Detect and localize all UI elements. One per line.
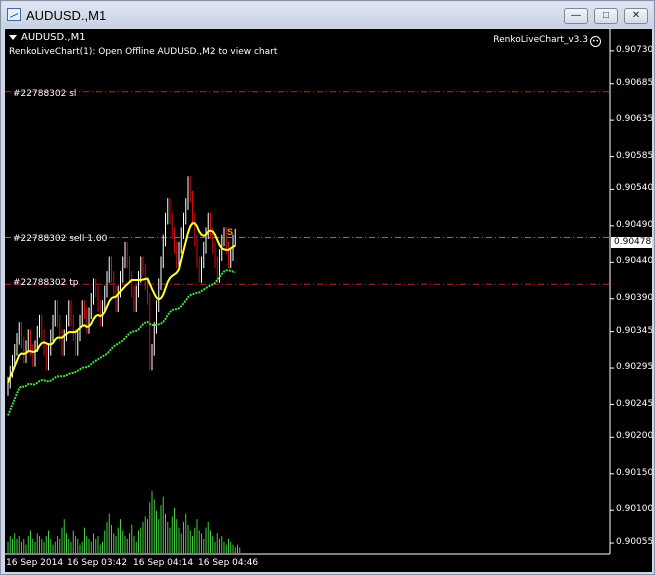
chart-symbol-label[interactable]: AUDUSD.,M1 — [9, 32, 86, 43]
price-tick-label: 0.90685 — [616, 77, 652, 88]
tp-level-label: #22788302 tp — [13, 278, 79, 288]
price-tick-label: 0.90585 — [616, 150, 652, 161]
symbol-text: AUDUSD.,M1 — [21, 32, 86, 43]
close-button[interactable]: ✕ — [624, 8, 648, 24]
time-label: 16 Sep 03:42 — [67, 558, 128, 568]
price-tick-label: 0.90440 — [616, 256, 652, 267]
smiley-icon: •• — [590, 36, 601, 47]
price-tick-label: 0.90390 — [616, 292, 652, 303]
price-tick-label: 0.90540 — [616, 183, 652, 194]
time-label: 16 Sep 2014 — [6, 558, 64, 568]
expert-advisor-label[interactable]: RenkoLiveChart_v3.3 •• — [493, 35, 601, 47]
minimize-button[interactable]: — — [564, 8, 588, 24]
bid-price-box: 0.90478 — [611, 237, 652, 248]
price-tick-label: 0.90150 — [616, 467, 652, 478]
indicator-message: RenkoLiveChart(1): Open Offline AUDUSD.,… — [9, 47, 278, 57]
chart-canvas[interactable] — [5, 29, 652, 572]
trade-marker: S — [227, 227, 234, 237]
fast-moving-average — [7, 222, 236, 384]
price-tick-label: 0.90200 — [616, 431, 652, 442]
price-tick-label: 0.90345 — [616, 325, 652, 336]
price-tick-label: 0.90295 — [616, 362, 652, 373]
chart-icon — [7, 8, 21, 21]
restore-button[interactable]: □ — [594, 8, 618, 24]
price-tick-label: 0.90100 — [616, 504, 652, 515]
expert-name: RenkoLiveChart_v3.3 — [493, 35, 588, 45]
price-tick-label: 0.90245 — [616, 398, 652, 409]
time-label: 16 Sep 04:14 — [133, 558, 194, 568]
dropdown-arrow-icon[interactable] — [9, 34, 17, 40]
price-chart[interactable]: AUDUSD.,M1 RenkoLiveChart(1): Open Offli… — [5, 29, 652, 572]
price-tick-label: 0.90730 — [616, 44, 652, 55]
price-tick-label: 0.90490 — [616, 219, 652, 230]
sl-level-label: #22788302 sl — [13, 89, 77, 99]
chart-window: AUDUSD.,M1 — □ ✕ AUDUSD.,M1 RenkoLiveCha… — [0, 0, 655, 575]
sell-level-label: #22788302 sell 1.00 — [13, 234, 108, 244]
title-bar[interactable]: AUDUSD.,M1 — □ ✕ — [2, 2, 653, 28]
time-label: 16 Sep 04:46 — [198, 558, 259, 568]
price-tick-label: 0.90635 — [616, 114, 652, 125]
price-tick-label: 0.90055 — [616, 537, 652, 548]
window-title: AUDUSD.,M1 — [26, 8, 107, 23]
